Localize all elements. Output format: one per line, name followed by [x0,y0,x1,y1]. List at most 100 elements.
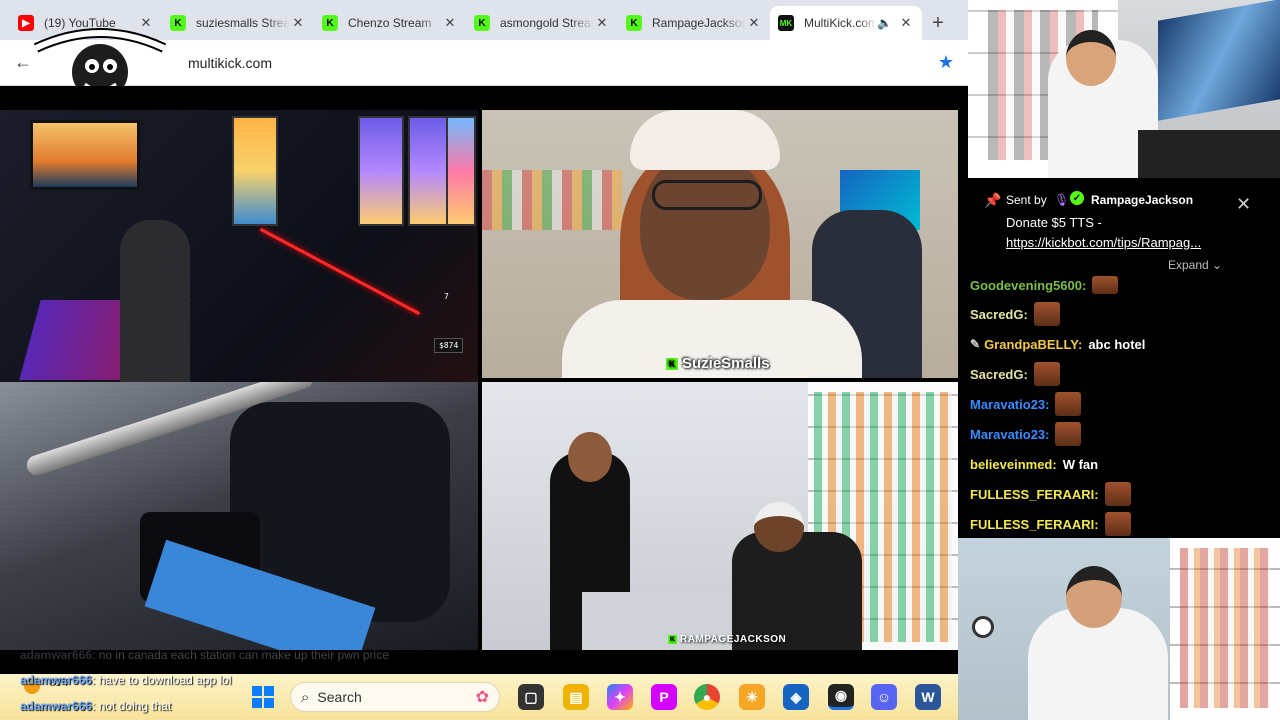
person-1-head [568,432,612,482]
chat-message: ✎ GrandpaBELLY: abc hotel [970,329,1145,359]
close-icon[interactable]: ✕ [898,15,914,31]
red-laser [259,227,421,316]
tab-title: RampageJackson [652,16,746,30]
chat-text: : not doing that [92,699,172,713]
kick-icon: K [474,15,490,31]
taskbar-search[interactable]: ⌕ Search ✿ [290,682,500,712]
chat-message: Goodevening5600: [970,270,1119,300]
url-field[interactable]: multikick.com [188,55,272,71]
kick-icon: K [626,15,642,31]
chat-text: : no in canada each station can make up … [92,648,389,662]
person-head [1066,30,1116,86]
obs-icon[interactable]: ◉ [828,684,854,710]
sent-by-label: Sent by [1006,193,1047,207]
chat-user: Maravatio23: [970,426,1050,442]
streamer-name-label: K RAMPAGEJACKSON [668,634,786,645]
chat-user: FULLESS_FERAARI: [970,516,1099,532]
chat-user: adamwar666 [20,648,93,662]
streamer-name: RAMPAGEJACKSON [680,634,787,645]
chrome-icon[interactable]: ● [694,684,720,710]
window-image [358,116,404,226]
person-2 [732,532,862,650]
pin-icon: 📌 [984,192,1002,208]
chat-text: W fan [1062,456,1099,472]
chat-line: adamwar666: no in canada each station ca… [20,648,389,662]
tab-chenzo[interactable]: K Chenzo Stream ✕ [314,6,466,40]
chat-user: Goodevening5600: [970,277,1087,293]
chat-line: adamwar666: not doing that [20,699,171,713]
chat-text: : have to download app lol [92,673,232,687]
emote-icon [1104,482,1131,506]
keyboard [1138,130,1280,178]
beanie [630,110,780,170]
copilot-icon[interactable]: ✦ [607,684,633,710]
webcam-bottom [958,538,1280,720]
close-icon[interactable]: ✕ [290,15,306,31]
chat-message: Maravatio23: [970,389,1082,419]
verified-badge-icon: ✓ [1070,191,1084,205]
chat-text: abc hotel [1088,336,1146,352]
tip-link[interactable]: https://kickbot.com/tips/Rampag... [1006,235,1201,250]
kick-icon: K [666,357,678,370]
streamer-name: SuzieSmalls [682,355,770,372]
chat-line: adamwar666: have to download app lol [20,673,231,687]
chat-user: SacredG: [970,366,1028,382]
windows-start-icon[interactable] [252,686,274,708]
alert-message: Donate $5 TTS - [1006,215,1102,230]
chat-user: SacredG: [970,306,1028,322]
stream-tile-rampagejackson[interactable]: K RAMPAGEJACKSON [482,382,958,650]
emote-icon [1033,362,1060,386]
close-icon[interactable]: ✕ [746,15,762,31]
close-icon[interactable]: ✕ [1236,194,1251,215]
tab-title: Chenzo Stream [348,16,432,30]
glasses [652,180,762,210]
pinned-message: 📌 Sent by 🎙 ✓ RampageJackson ✕ Donate $5… [958,178,1280,278]
chat-message: Maravatio23: [970,419,1082,449]
search-icon: ⌕ [301,688,310,706]
tab-asmongold[interactable]: K asmongold Stream ✕ [466,6,618,40]
tab-rampagejackson[interactable]: K RampageJackson ✕ [618,6,770,40]
stream-tile-suziesmalls[interactable]: K SuzieSmalls [482,110,958,378]
tab-title: suziesmalls Stream [196,16,290,30]
tab-suziesmalls[interactable]: K suziesmalls Stream ✕ [162,6,314,40]
chat-user: FULLESS_FERAARI: [970,486,1099,502]
tab-multikick[interactable]: MK MultiKick.com 🔈 ✕ [770,6,922,40]
mic-icon: 🎙 [1054,193,1070,207]
tab-title: asmongold Stream [500,16,594,30]
close-icon[interactable]: ✕ [442,15,458,31]
streamer-name-label: K SuzieSmalls [666,355,770,372]
store-shelf [482,170,622,230]
emote-icon [1092,276,1119,294]
task-view-icon[interactable]: ▢ [518,684,544,710]
emote-icon [1055,422,1082,446]
chat-message: SacredG: [970,359,1060,389]
monitor-image [30,120,140,190]
webcam-top [968,0,1280,178]
discord-icon[interactable]: ☺ [871,684,897,710]
chevron-down-icon: ⌄ [1212,258,1223,272]
vpn-icon[interactable]: ◈ [783,684,809,710]
kick-icon: K [322,15,338,31]
sun-app-icon[interactable]: ☀ [739,684,765,710]
sender-name: RampageJackson [1091,193,1194,207]
emote-icon [1104,512,1131,536]
person-head [1066,566,1122,628]
file-explorer-icon[interactable]: ▤ [563,684,589,710]
word-icon[interactable]: W [915,684,941,710]
search-placeholder: Search [317,689,362,705]
chat-user: adamwar666 [20,673,93,687]
chat-user: Maravatio23: [970,396,1050,412]
window-image [446,116,476,226]
stream-tile-3[interactable] [0,382,478,650]
chat-message: FULLESS_FERAARI: [970,479,1131,509]
premiere-icon[interactable]: P [651,684,677,710]
speaker-icon[interactable]: 🔈 [877,16,892,30]
new-tab-button[interactable]: + [922,6,954,40]
bookmark-star-icon[interactable]: ★ [938,52,954,73]
close-icon[interactable]: ✕ [594,15,610,31]
chat-user: GrandpaBELLY: [984,336,1083,352]
emote-icon [1033,302,1060,326]
chat-message: believeinmed: W fan [970,449,1098,479]
expand-button[interactable]: Expand ⌄ [1168,258,1222,272]
kick-icon: K [170,15,186,31]
